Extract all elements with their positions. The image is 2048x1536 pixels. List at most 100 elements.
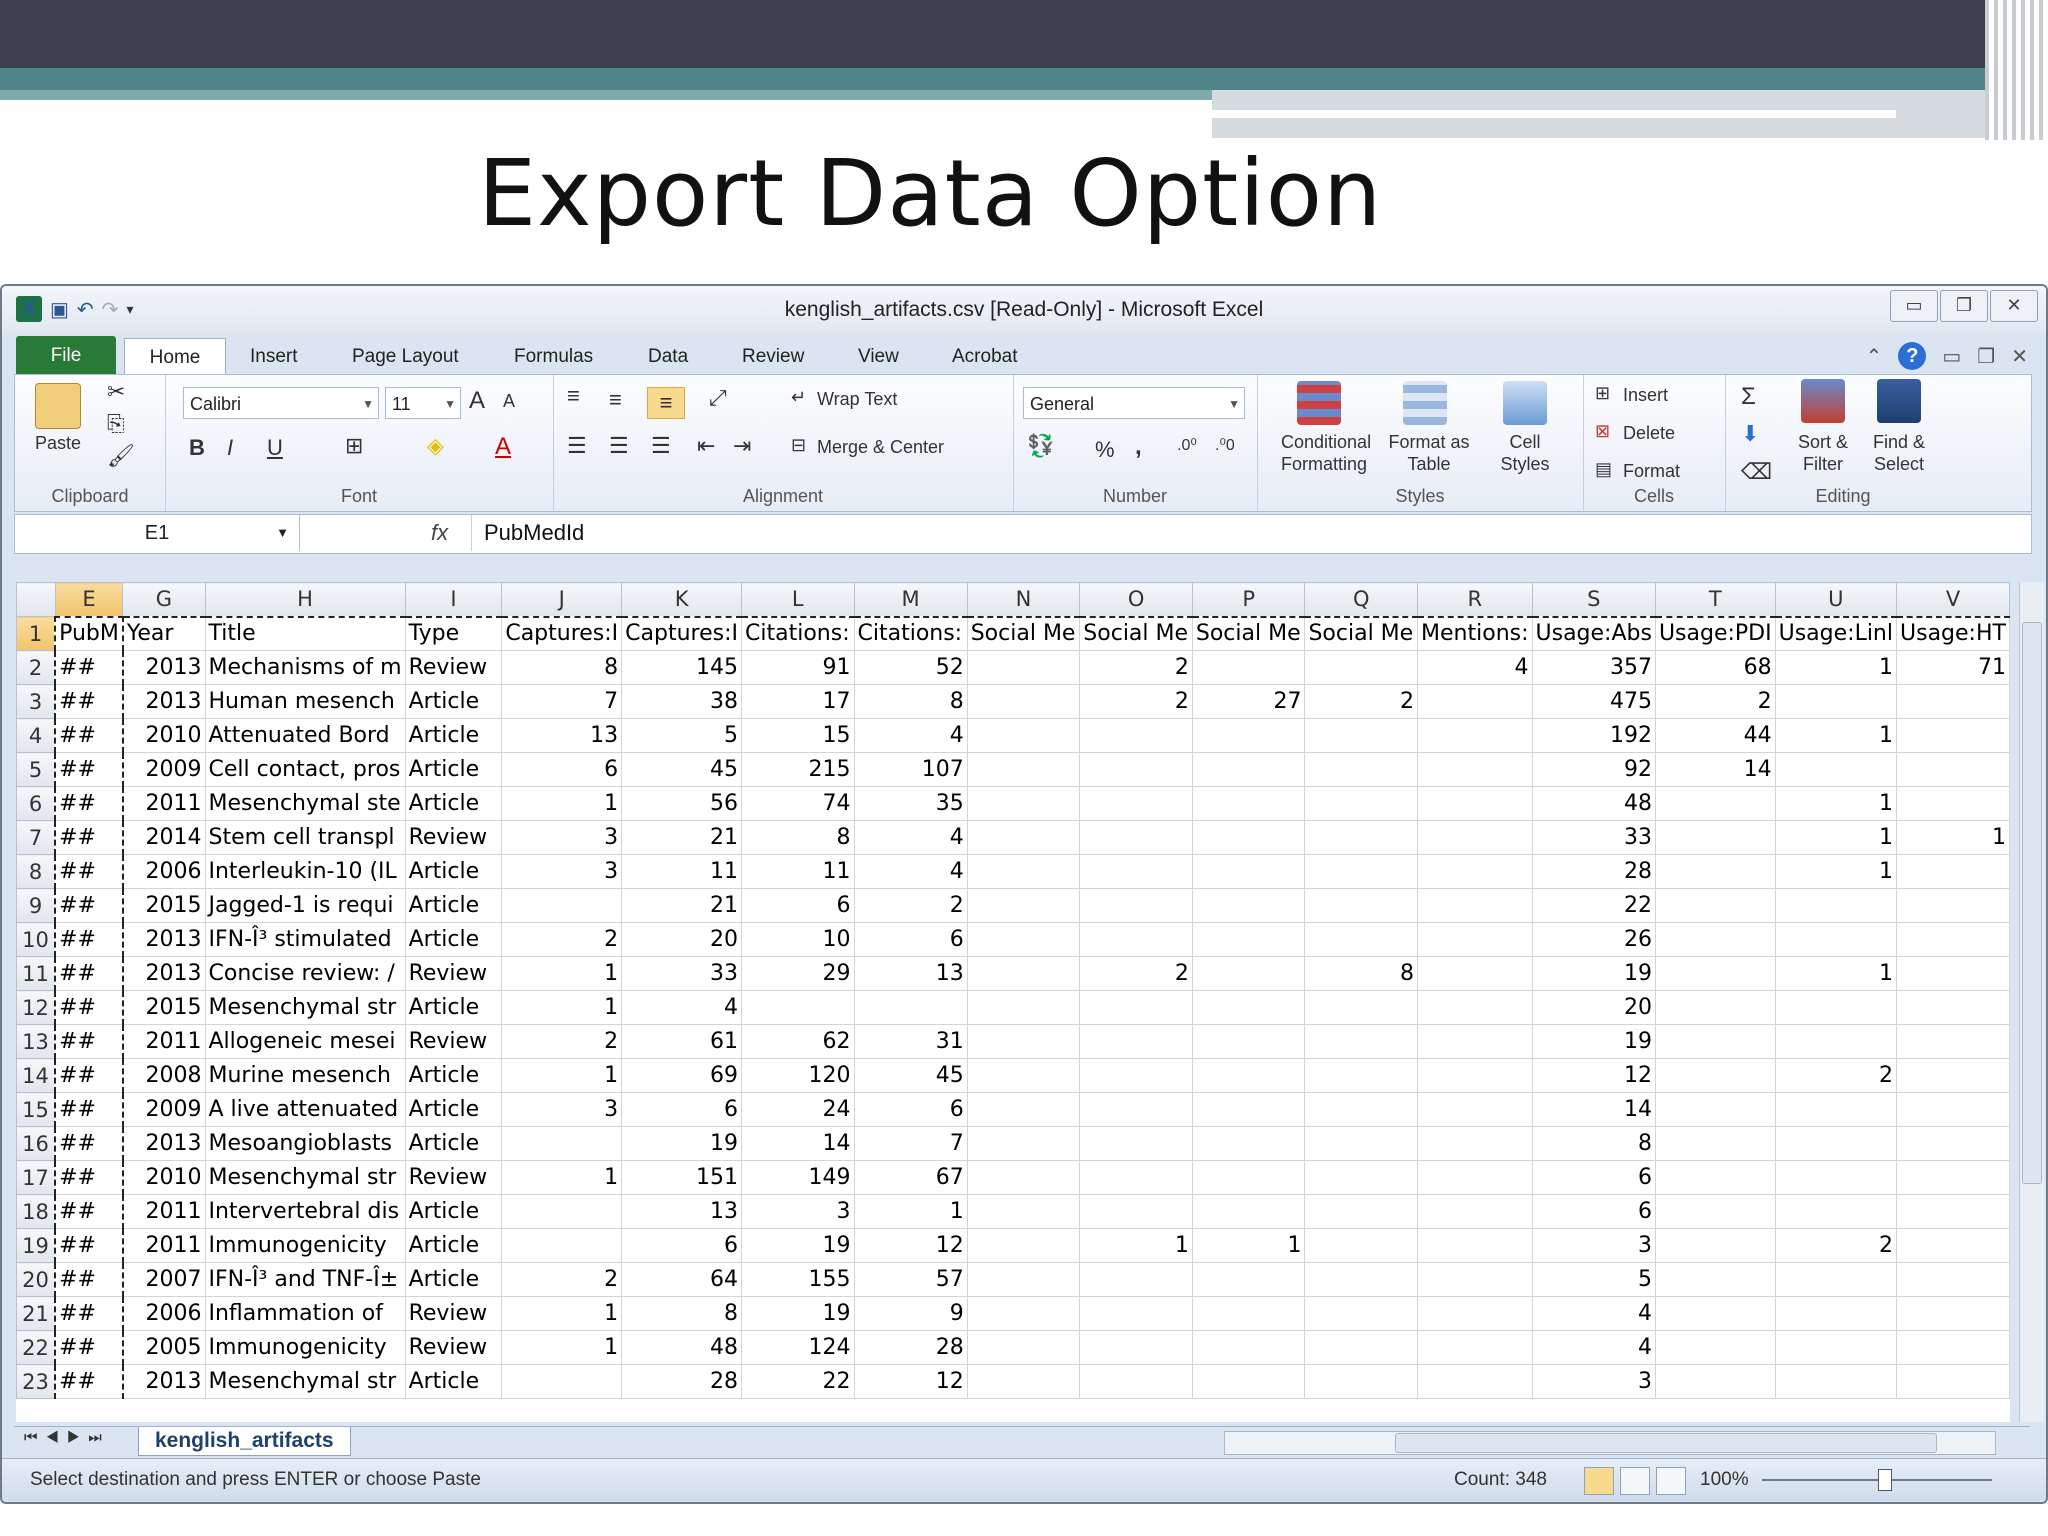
data-cell[interactable]: 1: [1896, 820, 2010, 855]
data-cell[interactable]: [1304, 1092, 1419, 1127]
data-cell[interactable]: 33: [1531, 820, 1656, 855]
data-cell[interactable]: [1304, 820, 1419, 855]
header-cell[interactable]: Social Me: [966, 615, 1081, 651]
data-cell[interactable]: [1896, 752, 2010, 787]
data-cell[interactable]: [966, 1262, 1081, 1297]
minimize-icon[interactable]: ▭: [1890, 290, 1938, 322]
data-cell[interactable]: 2: [1774, 1058, 1898, 1093]
data-cell[interactable]: [1774, 990, 1898, 1025]
data-cell[interactable]: 2009: [122, 752, 206, 787]
row-header[interactable]: 20: [16, 1262, 56, 1297]
row-header[interactable]: 10: [16, 922, 56, 957]
data-cell[interactable]: [1304, 1262, 1419, 1297]
data-cell[interactable]: 6: [621, 1092, 743, 1127]
insert-cells-icon[interactable]: ⊞: [1595, 383, 1610, 404]
data-cell[interactable]: [1191, 786, 1306, 821]
data-cell[interactable]: 11: [741, 854, 855, 889]
data-cell[interactable]: 57: [853, 1262, 968, 1297]
tab-home[interactable]: Home: [124, 338, 226, 377]
data-cell[interactable]: 44: [1654, 718, 1776, 753]
data-cell[interactable]: [1191, 1296, 1306, 1331]
header-cell[interactable]: Social Me: [1191, 615, 1306, 651]
data-cell[interactable]: [1774, 1364, 1898, 1399]
row-header[interactable]: 13: [16, 1024, 56, 1059]
data-cell[interactable]: 48: [621, 1330, 743, 1365]
sort-filter-icon[interactable]: [1801, 379, 1845, 423]
data-cell[interactable]: [1417, 990, 1533, 1025]
data-cell[interactable]: [1654, 854, 1776, 889]
data-cell[interactable]: [1774, 684, 1898, 719]
font-name-combo[interactable]: Calibri ▼: [183, 387, 379, 419]
find-select-button[interactable]: Find & Select: [1865, 431, 1933, 475]
data-cell[interactable]: [1079, 820, 1193, 855]
data-cell[interactable]: [966, 820, 1081, 855]
data-cell[interactable]: 5: [1531, 1262, 1656, 1297]
accounting-format-icon[interactable]: 💱: [1027, 433, 1054, 459]
column-header[interactable]: R: [1417, 582, 1533, 617]
data-cell[interactable]: 3: [1531, 1228, 1656, 1263]
zoom-slider-knob[interactable]: [1878, 1469, 1892, 1491]
data-cell[interactable]: [1896, 956, 2010, 991]
header-cell[interactable]: Social Me: [1079, 615, 1193, 651]
data-cell[interactable]: ##: [54, 922, 124, 957]
data-cell[interactable]: 28: [1531, 854, 1656, 889]
data-cell[interactable]: [1191, 854, 1306, 889]
data-cell[interactable]: 1: [501, 786, 623, 821]
data-cell[interactable]: Review: [404, 820, 503, 855]
data-cell[interactable]: [1896, 786, 2010, 821]
data-cell[interactable]: ##: [54, 786, 124, 821]
data-cell[interactable]: [1079, 1126, 1193, 1161]
data-cell[interactable]: [501, 1194, 623, 1229]
header-cell[interactable]: Usage:Abs: [1531, 615, 1656, 651]
row-header[interactable]: 23: [16, 1364, 56, 1399]
data-cell[interactable]: ##: [54, 1262, 124, 1297]
tab-view[interactable]: View: [858, 340, 899, 374]
data-cell[interactable]: Interleukin-10 (IL: [204, 854, 406, 889]
paste-button[interactable]: Paste: [35, 433, 81, 454]
data-cell[interactable]: ##: [54, 1092, 124, 1127]
header-cell[interactable]: Usage:Linl: [1774, 615, 1898, 651]
data-cell[interactable]: [1191, 1126, 1306, 1161]
data-cell[interactable]: 5: [621, 718, 743, 753]
data-cell[interactable]: 2013: [122, 1364, 206, 1399]
data-cell[interactable]: [1654, 786, 1776, 821]
data-cell[interactable]: [1896, 684, 2010, 719]
data-cell[interactable]: [1774, 922, 1898, 957]
header-cell[interactable]: PubM: [54, 615, 124, 651]
data-cell[interactable]: 1: [1774, 854, 1898, 889]
data-cell[interactable]: [1896, 1296, 2010, 1331]
data-cell[interactable]: 2015: [122, 888, 206, 923]
data-cell[interactable]: [1774, 1330, 1898, 1365]
tab-data[interactable]: Data: [648, 340, 688, 374]
sheet-nav-arrows-icon[interactable]: ⏮◀▶⏭: [24, 1429, 110, 1446]
data-cell[interactable]: Mesenchymal str: [204, 1364, 406, 1399]
data-cell[interactable]: 1: [501, 1296, 623, 1331]
data-cell[interactable]: [1079, 1194, 1193, 1229]
delete-cells-button[interactable]: Delete: [1623, 423, 1675, 444]
row-header[interactable]: 16: [16, 1126, 56, 1161]
data-cell[interactable]: 8: [501, 650, 623, 685]
data-cell[interactable]: ##: [54, 1364, 124, 1399]
percent-style-button[interactable]: %: [1095, 437, 1115, 463]
vertical-scroll-thumb[interactable]: [2022, 622, 2042, 1184]
data-cell[interactable]: ##: [54, 1296, 124, 1331]
borders-icon[interactable]: ⊞: [345, 433, 363, 459]
data-cell[interactable]: Article: [404, 684, 503, 719]
decrease-indent-icon[interactable]: ⇤: [697, 433, 715, 459]
data-cell[interactable]: 1: [1774, 956, 1898, 991]
row-header[interactable]: 2: [16, 650, 56, 685]
wrap-text-button[interactable]: Wrap Text: [817, 389, 897, 410]
data-cell[interactable]: Article: [404, 1126, 503, 1161]
name-box[interactable]: E1 ▼: [15, 515, 300, 551]
restore-icon[interactable]: ❐: [1940, 290, 1988, 322]
data-cell[interactable]: [966, 1330, 1081, 1365]
data-cell[interactable]: Intervertebral dis: [204, 1194, 406, 1229]
data-cell[interactable]: [1304, 990, 1419, 1025]
row-header[interactable]: 22: [16, 1330, 56, 1365]
column-header[interactable]: N: [966, 582, 1081, 617]
data-cell[interactable]: 2010: [122, 1160, 206, 1195]
row-header[interactable]: 8: [16, 854, 56, 889]
conditional-formatting-button[interactable]: Conditional Formatting: [1281, 431, 1371, 475]
data-cell[interactable]: [1417, 684, 1533, 719]
data-cell[interactable]: 2013: [122, 956, 206, 991]
